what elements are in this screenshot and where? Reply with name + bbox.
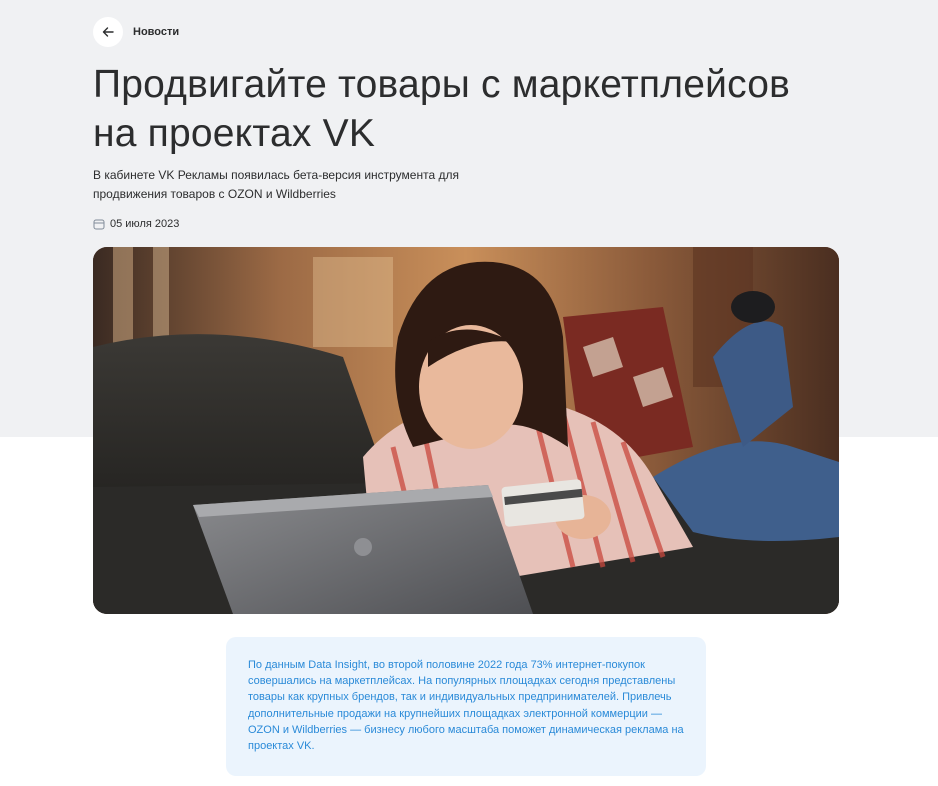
breadcrumb: Новости — [93, 17, 179, 47]
calendar-icon — [93, 219, 105, 230]
arrow-left-icon — [102, 27, 114, 37]
article-subtitle: В кабинете VK Рекламы появилась бета-вер… — [93, 168, 459, 201]
back-button[interactable] — [93, 17, 123, 47]
article-lead: По данным Data Insight, во второй полови… — [226, 637, 706, 776]
page-title: Продвигайте товары с маркетплейсов на пр… — [93, 63, 791, 155]
back-link-label[interactable]: Новости — [133, 26, 179, 38]
hero-image — [93, 247, 839, 614]
date-text: 05 июля 2023 — [110, 218, 180, 230]
article-lead-text: По данным Data Insight, во второй полови… — [248, 659, 684, 753]
publish-date: 05 июля 2023 — [93, 216, 179, 232]
